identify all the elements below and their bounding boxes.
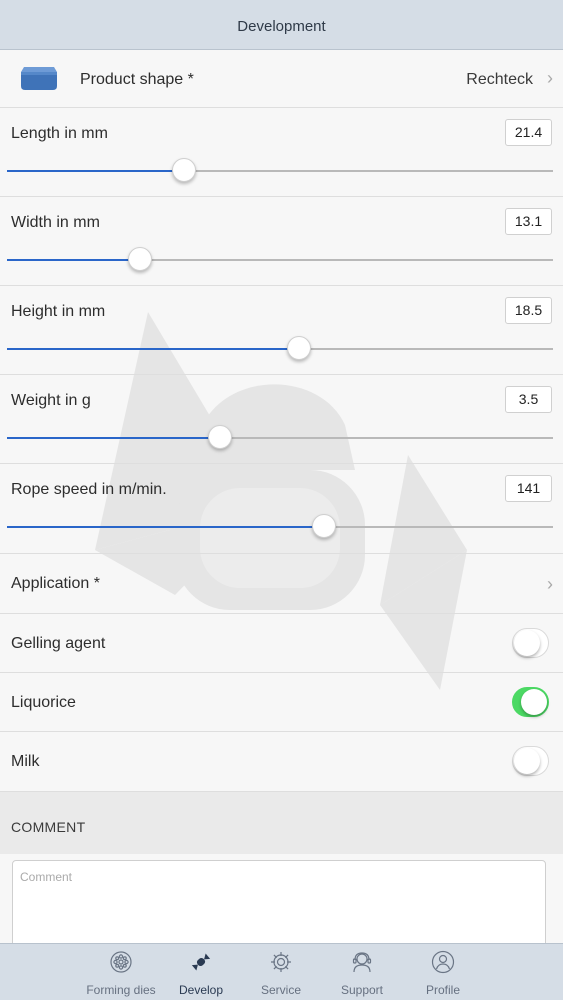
application-label: Application * — [11, 575, 100, 592]
slider-fill — [7, 526, 324, 528]
tab-support[interactable]: Support — [322, 944, 402, 1000]
milk-row: Milk — [0, 732, 563, 792]
development-form[interactable]: Product shape * Rechteck › Length in mm … — [0, 50, 563, 943]
weight-slider-row: Weight in g 3.5 — [0, 375, 563, 464]
slider-thumb[interactable] — [311, 514, 336, 538]
develop-icon — [191, 953, 211, 971]
profile-icon — [431, 950, 455, 974]
length-value-field[interactable]: 21.4 — [505, 119, 552, 146]
gelling-agent-toggle[interactable] — [512, 628, 549, 658]
product-shape-label: Product shape * — [80, 71, 194, 88]
service-icon — [271, 952, 291, 972]
tab-profile[interactable]: Profile — [404, 944, 482, 1000]
gelling-agent-row: Gelling agent — [0, 614, 563, 673]
rope-speed-slider[interactable] — [7, 514, 553, 538]
length-slider[interactable] — [7, 158, 553, 182]
liquorice-row: Liquorice — [0, 673, 563, 732]
tab-label: Service — [260, 983, 301, 997]
length-label: Length in mm — [11, 125, 108, 142]
comment-section-header: COMMENT — [0, 792, 563, 854]
tab-label: Develop — [178, 983, 224, 997]
navigation-bar: Development — [0, 0, 563, 50]
width-slider[interactable] — [7, 247, 553, 271]
rope-speed-label: Rope speed in m/min. — [11, 481, 167, 498]
tab-bar: Forming dies Develop Service Support Pro… — [0, 943, 563, 1000]
milk-label: Milk — [11, 753, 40, 770]
tab-forming-dies[interactable]: Forming dies — [80, 944, 162, 1000]
tab-label: Profile — [425, 983, 460, 997]
chevron-right-icon: › — [547, 68, 553, 88]
height-slider-row: Height in mm 18.5 — [0, 286, 563, 375]
slider-thumb[interactable] — [286, 336, 311, 360]
product-shape-row[interactable]: Product shape * Rechteck › — [0, 50, 563, 108]
slider-fill — [7, 348, 299, 350]
comment-header-label: COMMENT — [11, 819, 86, 835]
slider-thumb[interactable] — [127, 247, 152, 271]
length-slider-row: Length in mm 21.4 — [0, 108, 563, 197]
slider-thumb[interactable] — [207, 425, 232, 449]
slider-fill — [7, 259, 140, 261]
height-value-field[interactable]: 18.5 — [505, 297, 552, 324]
width-label: Width in mm — [11, 214, 100, 231]
weight-slider[interactable] — [7, 425, 553, 449]
width-value-field[interactable]: 13.1 — [505, 208, 552, 235]
toggle-knob — [514, 630, 540, 656]
application-row[interactable]: Application * › — [0, 554, 563, 614]
rectangle-shape-icon — [21, 67, 57, 90]
weight-label: Weight in g — [11, 392, 91, 409]
gelling-agent-label: Gelling agent — [11, 635, 106, 652]
forming-dies-icon — [110, 951, 132, 973]
tab-develop[interactable]: Develop — [162, 944, 240, 1000]
page-title: Development — [237, 18, 326, 35]
tab-label: Forming dies — [86, 983, 156, 997]
support-icon — [352, 952, 372, 973]
rope-speed-slider-row: Rope speed in m/min. 141 — [0, 464, 563, 554]
comment-textarea[interactable] — [12, 860, 546, 943]
slider-thumb[interactable] — [172, 158, 197, 182]
width-slider-row: Width in mm 13.1 — [0, 197, 563, 286]
rope-speed-value-field[interactable]: 141 — [505, 475, 552, 502]
tab-service[interactable]: Service — [242, 944, 320, 1000]
slider-fill — [7, 437, 220, 439]
toggle-knob — [521, 689, 547, 715]
tab-label: Support — [340, 983, 384, 997]
chevron-right-icon: › — [547, 574, 553, 594]
height-slider[interactable] — [7, 336, 553, 360]
weight-value-field[interactable]: 3.5 — [505, 386, 552, 413]
slider-fill — [7, 170, 185, 172]
liquorice-label: Liquorice — [11, 694, 76, 711]
liquorice-toggle[interactable] — [512, 687, 549, 717]
height-label: Height in mm — [11, 303, 106, 320]
toggle-knob — [514, 748, 540, 774]
milk-toggle[interactable] — [512, 746, 549, 776]
product-shape-value: Rechteck — [466, 71, 533, 88]
